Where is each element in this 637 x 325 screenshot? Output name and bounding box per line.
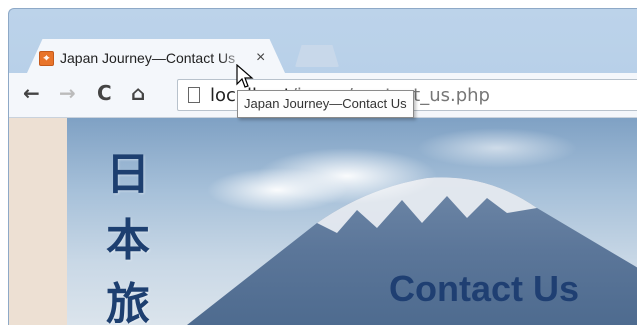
close-icon[interactable]: × [256, 49, 265, 67]
tab-tooltip: Japan Journey—Contact Us [237, 90, 414, 118]
reload-icon[interactable]: C [97, 81, 112, 105]
logo-kanji-3: 旅 [106, 279, 150, 325]
left-sidebar-strip [9, 118, 67, 325]
hero-banner: 日 本 旅 Contact Us [67, 118, 637, 325]
logo-kanji-1: 日 [106, 149, 150, 200]
mouse-cursor-icon [236, 64, 254, 88]
home-icon[interactable]: ⌂ [131, 81, 145, 105]
favicon-icon: ⌖ [39, 50, 54, 66]
tab-title: Japan Journey—Contact Us [60, 50, 236, 66]
back-arrow-icon[interactable]: ← [23, 81, 40, 105]
browser-window: ⌖ Japan Journey—Contact Us × ← → C ⌂ loc… [8, 8, 637, 325]
web-page: 日 本 旅 Contact Us [9, 118, 637, 325]
page-icon [188, 87, 200, 103]
forward-arrow-icon[interactable]: → [59, 81, 76, 105]
tab-strip: ⌖ Japan Journey—Contact Us × [9, 9, 637, 73]
tab-content[interactable]: ⌖ Japan Journey—Contact Us × [39, 47, 269, 69]
logo-kanji-2: 本 [106, 215, 150, 266]
page-heading: Contact Us [389, 268, 580, 309]
new-tab-button[interactable] [295, 45, 339, 67]
